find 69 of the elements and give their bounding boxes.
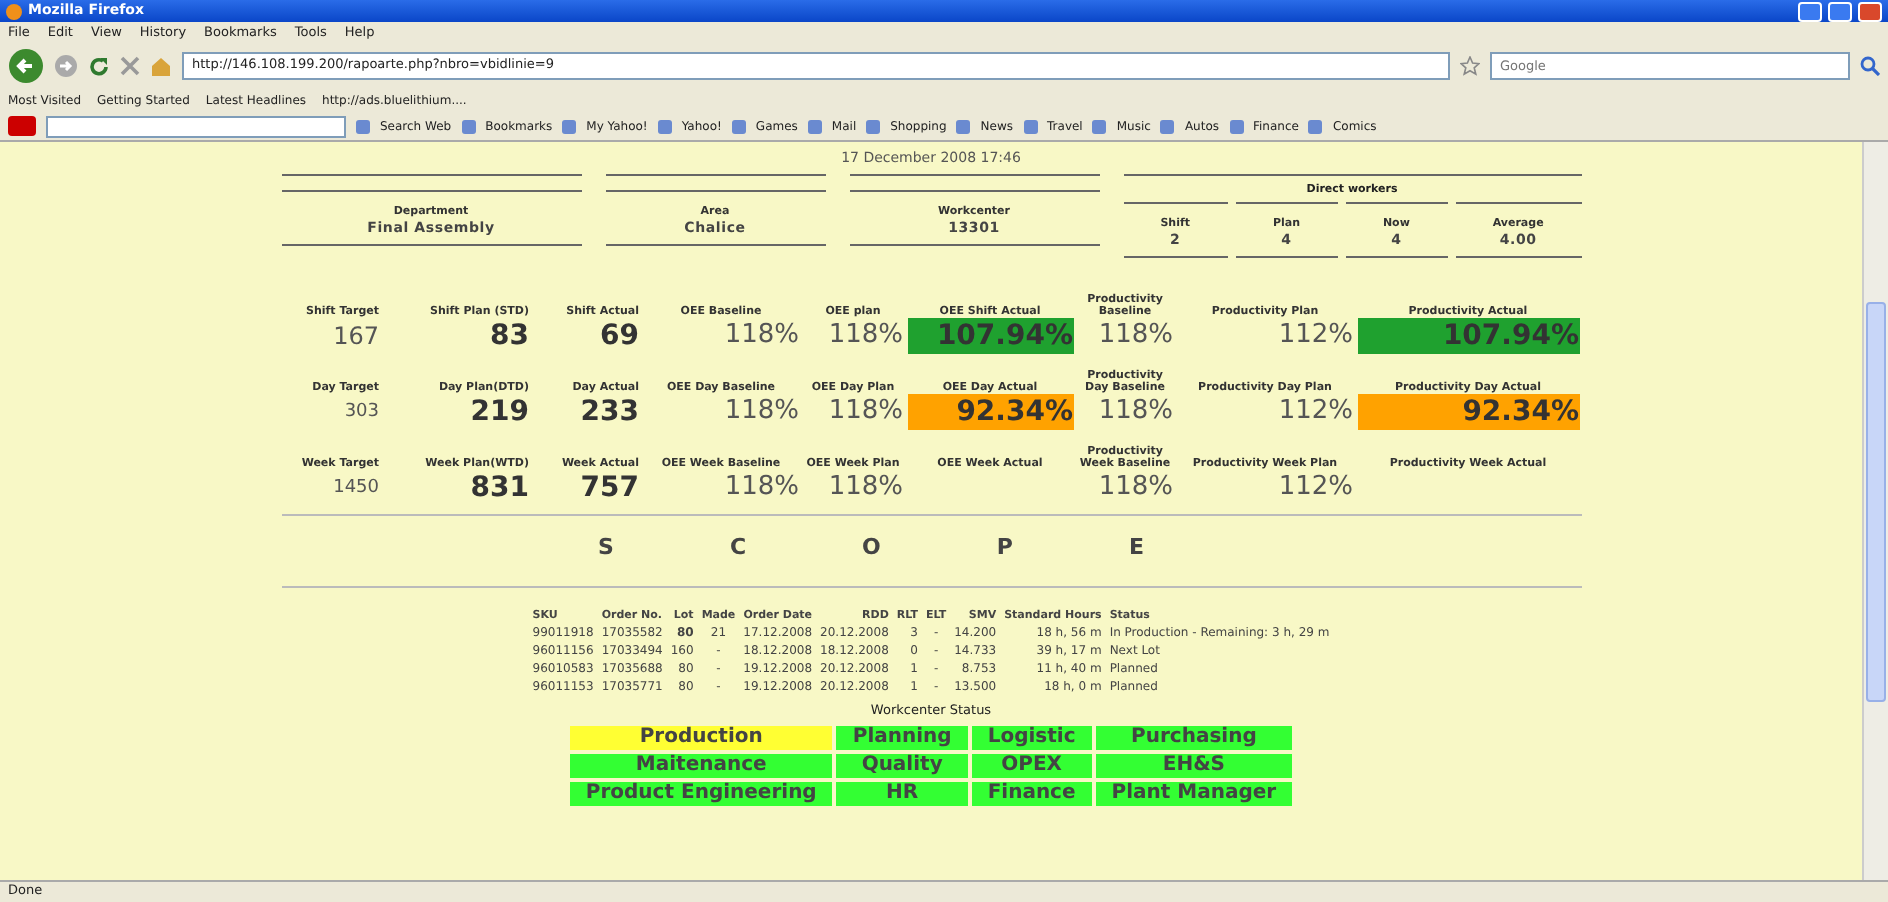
app-icon bbox=[731, 119, 746, 133]
back-icon[interactable] bbox=[8, 48, 44, 84]
app-icon bbox=[562, 119, 577, 133]
app-icon bbox=[1023, 119, 1038, 133]
app-icon bbox=[1092, 119, 1107, 133]
metric-value: 219 bbox=[468, 394, 529, 431]
scrollbar[interactable] bbox=[1862, 142, 1888, 880]
metric-value: 757 bbox=[578, 470, 639, 507]
star-icon[interactable] bbox=[1460, 56, 1480, 76]
metric-value: 112% bbox=[1276, 394, 1353, 431]
search-icon[interactable] bbox=[1860, 56, 1880, 76]
app-icon bbox=[866, 119, 881, 133]
close-button[interactable] bbox=[1858, 1, 1882, 21]
home-icon[interactable] bbox=[150, 56, 172, 76]
reload-icon[interactable] bbox=[88, 55, 110, 77]
metric-value: 118% bbox=[826, 394, 903, 431]
status-tile[interactable]: Planning bbox=[836, 725, 968, 750]
app-icon bbox=[1160, 119, 1175, 133]
scope-letter: P bbox=[996, 532, 1013, 565]
metric-value: 118% bbox=[1096, 318, 1173, 355]
status-tile[interactable]: HR bbox=[836, 781, 968, 806]
scope-letter: E bbox=[1128, 532, 1144, 565]
metric-value: 112% bbox=[1276, 318, 1353, 355]
minimize-button[interactable] bbox=[1798, 1, 1822, 21]
metric-value: 1450 bbox=[331, 476, 379, 503]
metric-value: 92.34% bbox=[907, 394, 1073, 431]
app-icon bbox=[956, 119, 971, 133]
status-tile[interactable]: Quality bbox=[836, 753, 968, 778]
app-icon bbox=[461, 119, 476, 133]
metric-value: 69 bbox=[598, 318, 639, 355]
status-tile[interactable]: OPEX bbox=[971, 753, 1092, 778]
metric-value: 118% bbox=[722, 394, 799, 431]
metric-value: 831 bbox=[468, 470, 529, 507]
metric-value: 112% bbox=[1276, 470, 1353, 507]
app-icon bbox=[1308, 119, 1323, 133]
metric-value: 118% bbox=[722, 470, 799, 507]
app-icon bbox=[356, 119, 370, 133]
search-field[interactable] bbox=[46, 115, 346, 137]
metric-value: 83 bbox=[488, 318, 529, 355]
app-icon bbox=[807, 119, 822, 133]
status-tile[interactable]: Finance bbox=[971, 781, 1092, 806]
metric-value: 107.94% bbox=[907, 318, 1073, 355]
metric-value: 118% bbox=[1096, 394, 1173, 431]
app-icon bbox=[1229, 119, 1243, 133]
scope-letter: O bbox=[862, 532, 881, 565]
status-tile[interactable]: Logistic bbox=[971, 725, 1092, 750]
metric-value: 107.94% bbox=[1357, 318, 1579, 355]
scope-letter: S bbox=[598, 532, 614, 565]
metric-value: 118% bbox=[826, 318, 903, 355]
metric-value: 118% bbox=[1096, 470, 1173, 507]
scrollbar-thumb[interactable] bbox=[1866, 302, 1886, 702]
status-tile[interactable]: Production bbox=[569, 725, 833, 750]
maximize-button[interactable] bbox=[1828, 1, 1852, 21]
status-tile[interactable]: Maitenance bbox=[569, 753, 833, 778]
logo-icon[interactable] bbox=[8, 116, 36, 136]
scope-letter: C bbox=[729, 532, 747, 565]
metric-value: 167 bbox=[331, 320, 379, 355]
status-tile[interactable]: Purchasing bbox=[1095, 725, 1293, 750]
metric-value: 233 bbox=[578, 394, 639, 431]
metric-value: 303 bbox=[342, 400, 379, 427]
status-tile[interactable]: Product Engineering bbox=[569, 781, 833, 806]
forward-icon[interactable] bbox=[54, 54, 78, 78]
status-tile[interactable]: EH&S bbox=[1095, 753, 1293, 778]
metric-value: 92.34% bbox=[1357, 394, 1579, 431]
status-tile[interactable]: Plant Manager bbox=[1095, 781, 1293, 806]
metric-value: 118% bbox=[722, 318, 799, 355]
metric-value: 118% bbox=[826, 470, 903, 507]
stop-icon[interactable] bbox=[120, 56, 140, 76]
app-icon bbox=[657, 119, 672, 133]
